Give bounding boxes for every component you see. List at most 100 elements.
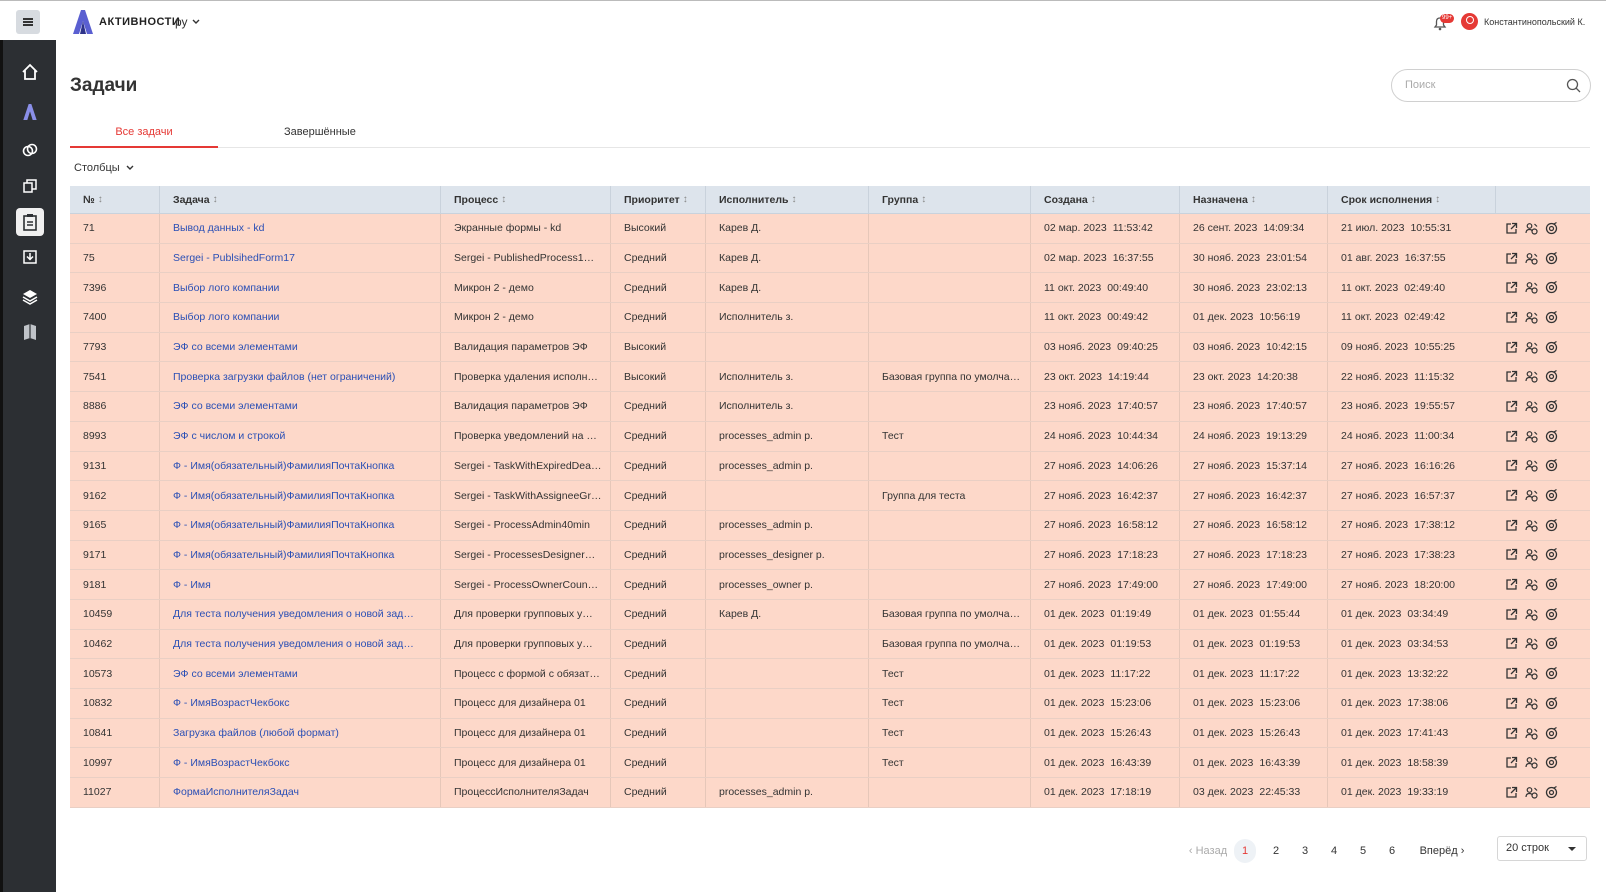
table-row[interactable]: 10997 Ф - ИмяВозрастЧекбокс Процесс для ди… <box>70 748 1590 779</box>
task-link[interactable]: ЭФ со всеми элементами <box>160 659 441 688</box>
task-link[interactable]: Выбор лого компании <box>160 273 441 303</box>
prev-page-button[interactable]: ‹ Назад <box>1186 839 1230 863</box>
open-external-icon[interactable] <box>1505 786 1518 799</box>
open-external-icon[interactable] <box>1505 727 1518 740</box>
search-icon[interactable] <box>1566 78 1581 93</box>
table-row[interactable]: 8993 ЭФ с числом и строкой Проверка уведом… <box>70 421 1590 452</box>
search-input[interactable] <box>1405 79 1555 91</box>
claim-task-icon[interactable] <box>1545 696 1558 710</box>
reassign-user-icon[interactable] <box>1525 489 1538 502</box>
claim-task-icon[interactable] <box>1545 637 1558 650</box>
table-row[interactable]: 7541 Проверка загрузки файлов (нет ограни… <box>70 362 1590 393</box>
table-row[interactable]: 7400 Выбор лого компании Микрон 2 - демо Ср… <box>70 303 1590 333</box>
task-link[interactable]: ЭФ с числом и строкой <box>160 421 441 451</box>
task-link[interactable]: Проверка загрузки файлов (нет ограничени… <box>160 362 441 392</box>
page-button-6[interactable]: 6 <box>1381 839 1403 863</box>
task-link[interactable]: Ф - Имя <box>160 570 441 599</box>
reassign-user-icon[interactable] <box>1525 519 1538 532</box>
table-row[interactable]: 8886 ЭФ со всеми элементами Валидация пара… <box>70 392 1590 422</box>
page-button-2[interactable]: 2 <box>1265 839 1287 863</box>
reassign-user-icon[interactable] <box>1525 281 1538 294</box>
tab-completed[interactable]: Завершённые <box>284 126 356 148</box>
task-link[interactable]: Для теста получения уведомления о новой … <box>160 629 441 659</box>
search-box[interactable] <box>1391 69 1591 102</box>
open-external-icon[interactable] <box>1505 341 1518 354</box>
open-external-icon[interactable] <box>1505 637 1518 650</box>
sidebar-item-home[interactable] <box>16 58 44 86</box>
task-link[interactable]: Ф - ИмяВозрастЧекбокс <box>160 748 441 778</box>
task-link[interactable]: Для теста получения уведомления о новой … <box>160 599 441 629</box>
tab-all-tasks[interactable]: Все задачи <box>70 126 218 148</box>
task-link[interactable]: ЭФ со всеми элементами <box>160 392 441 421</box>
claim-task-icon[interactable] <box>1545 429 1558 443</box>
reassign-user-icon[interactable] <box>1525 400 1538 413</box>
reassign-user-icon[interactable] <box>1525 697 1538 710</box>
reassign-user-icon[interactable] <box>1525 222 1538 235</box>
next-page-button[interactable]: Вперёд › <box>1412 839 1472 863</box>
column-header-priority[interactable]: Приоритет ↕ <box>611 186 706 213</box>
reassign-user-icon[interactable] <box>1525 548 1538 562</box>
column-header-created[interactable]: Создана ↕ <box>1031 186 1180 213</box>
claim-task-icon[interactable] <box>1545 578 1558 591</box>
claim-task-icon[interactable] <box>1545 370 1558 383</box>
claim-task-icon[interactable] <box>1545 221 1558 235</box>
table-row[interactable]: 9171 Ф - Имя(обязательный)ФамилияПочтаКно… <box>70 540 1590 571</box>
sidebar-item-links[interactable] <box>16 136 44 164</box>
table-row[interactable]: 9131 Ф - Имя(обязательный)ФамилияПочтаКно… <box>70 451 1590 482</box>
reassign-user-icon[interactable] <box>1525 727 1538 740</box>
open-external-icon[interactable] <box>1505 400 1518 413</box>
claim-task-icon[interactable] <box>1545 756 1558 769</box>
task-link[interactable]: Вывод данных - kd <box>160 214 441 243</box>
task-link[interactable]: ЭФ со всеми элементами <box>160 332 441 362</box>
open-external-icon[interactable] <box>1505 281 1518 294</box>
sidebar-item-library[interactable] <box>16 318 44 346</box>
open-external-icon[interactable] <box>1505 578 1518 591</box>
column-header-task[interactable]: Задача ↕ <box>160 186 441 213</box>
open-external-icon[interactable] <box>1505 311 1518 324</box>
page-button-5[interactable]: 5 <box>1352 839 1374 863</box>
table-row[interactable]: 9181 Ф - Имя Sergei - ProcessOwnerCoun… Сре… <box>70 570 1590 600</box>
table-row[interactable]: 75 Sergei - PublsihedForm17 Sergei - Publi… <box>70 243 1590 274</box>
user-avatar[interactable] <box>1461 13 1478 30</box>
task-link[interactable]: ФормаИсполнителяЗадач <box>160 778 441 807</box>
table-row[interactable]: 71 Вывод данных - kd Экранные формы - kd Вы… <box>70 214 1590 244</box>
sidebar-item-activities[interactable] <box>16 98 44 126</box>
claim-task-icon[interactable] <box>1545 518 1558 532</box>
sidebar-item-tasks[interactable] <box>16 208 44 236</box>
task-link[interactable]: Выбор лого компании <box>160 303 441 332</box>
rows-per-page-select[interactable]: 20 строк <box>1497 836 1587 861</box>
open-external-icon[interactable] <box>1505 756 1518 769</box>
task-link[interactable]: Sergei - PublsihedForm17 <box>160 243 441 273</box>
reassign-user-icon[interactable] <box>1525 786 1538 799</box>
reassign-user-icon[interactable] <box>1525 756 1538 769</box>
reassign-user-icon[interactable] <box>1525 578 1538 591</box>
sidebar-item-inbox[interactable] <box>16 243 44 271</box>
open-external-icon[interactable] <box>1505 252 1518 265</box>
open-external-icon[interactable] <box>1505 519 1518 532</box>
column-header-assignee[interactable]: Исполнитель ↕ <box>706 186 869 213</box>
open-external-icon[interactable] <box>1505 548 1518 561</box>
page-button-3[interactable]: 3 <box>1294 839 1316 863</box>
open-external-icon[interactable] <box>1505 430 1518 443</box>
open-external-icon[interactable] <box>1505 697 1518 710</box>
column-header-assigned[interactable]: Назначена ↕ <box>1180 186 1328 213</box>
open-external-icon[interactable] <box>1505 667 1518 680</box>
table-row[interactable]: 10832 Ф - ИмяВозрастЧекбокс Процесс для ди… <box>70 689 1590 719</box>
columns-dropdown[interactable]: Столбцы <box>74 162 134 174</box>
task-link[interactable]: Загрузка файлов (любой формат) <box>160 718 441 748</box>
reassign-user-icon[interactable] <box>1525 608 1538 621</box>
reassign-user-icon[interactable] <box>1525 667 1538 680</box>
table-row[interactable]: 10841 Загрузка файлов (любой формат) Проце… <box>70 718 1590 749</box>
open-external-icon[interactable] <box>1505 608 1518 621</box>
table-row[interactable]: 7396 Выбор лого компании Микрон 2 - демо Ср… <box>70 273 1590 304</box>
task-link[interactable]: Ф - Имя(обязательный)ФамилияПочтаКнопка <box>160 451 441 481</box>
column-header-process[interactable]: Процесс ↕ <box>441 186 611 213</box>
open-external-icon[interactable] <box>1505 459 1518 472</box>
page-button-4[interactable]: 4 <box>1323 839 1345 863</box>
open-external-icon[interactable] <box>1505 222 1518 235</box>
column-header-number[interactable]: № ↕ <box>70 186 160 213</box>
claim-task-icon[interactable] <box>1545 459 1558 472</box>
table-row[interactable]: 9165 Ф - Имя(обязательный)ФамилияПочтаКно… <box>70 510 1590 541</box>
claim-task-icon[interactable] <box>1545 399 1558 413</box>
claim-task-icon[interactable] <box>1545 310 1558 324</box>
